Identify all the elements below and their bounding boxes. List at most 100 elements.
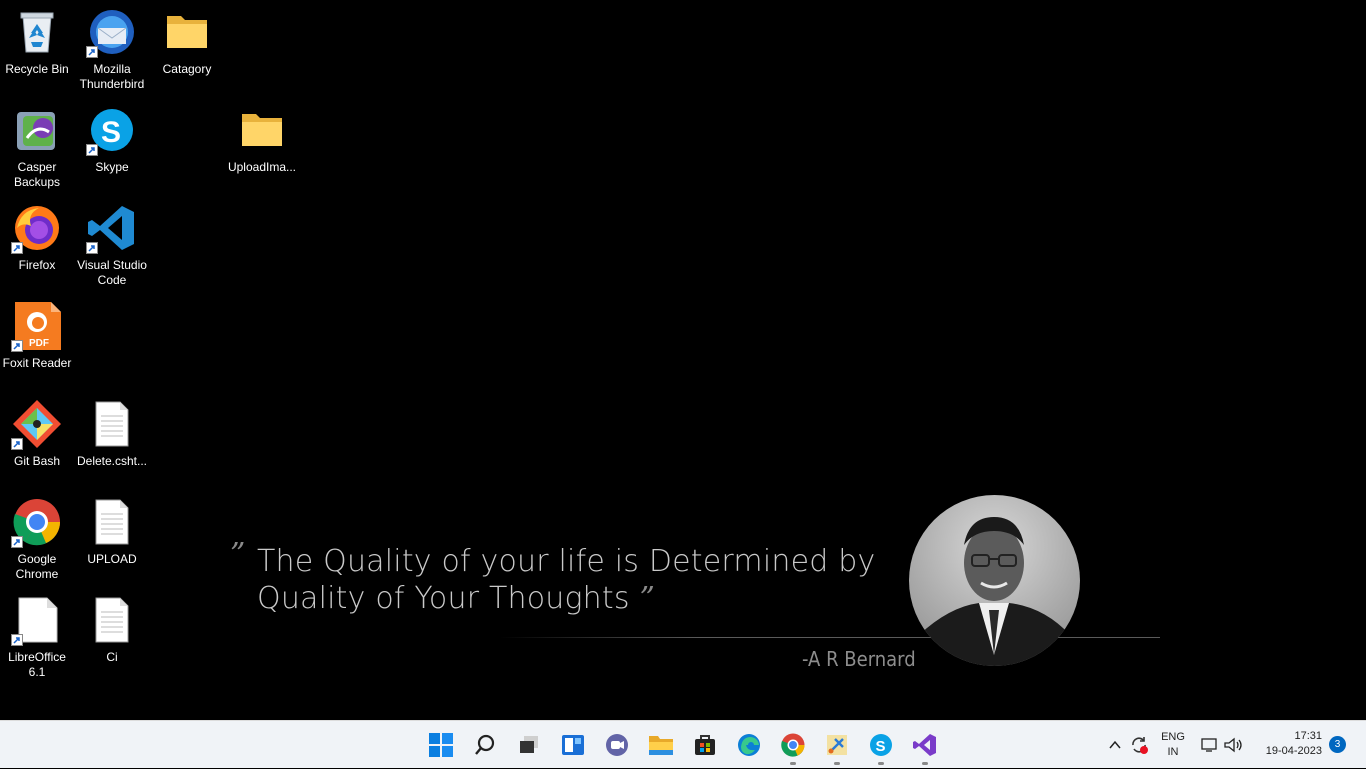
windows-logo-icon (429, 733, 453, 757)
language-code: ENG (1161, 731, 1185, 743)
running-indicator (790, 762, 796, 765)
quote-author: -A R Bernard (802, 647, 916, 671)
recycle-bin-label: Recycle Bin (5, 62, 69, 76)
search-icon (475, 734, 495, 755)
firefox-label: Firefox (18, 258, 56, 272)
sync-alert-icon (1132, 737, 1148, 754)
sync-status-button[interactable] (1127, 721, 1151, 769)
shortcut-arrow-icon (86, 242, 98, 254)
casper-backups-shortcut[interactable]: Casper Backups (1, 106, 73, 190)
uploadimage-folder[interactable]: UploadIma... (226, 106, 298, 175)
author-portrait (909, 495, 1080, 666)
quote-close-mark: ” (639, 581, 655, 616)
clock-button[interactable]: 17:31 19-04-2023 (1250, 729, 1322, 759)
chrome-icon (781, 733, 805, 757)
network-monitor-icon (1201, 738, 1217, 752)
libreoffice-shortcut[interactable]: LibreOffice 6.1 (1, 596, 73, 680)
firefox-shortcut[interactable]: Firefox (1, 204, 73, 273)
running-indicator (878, 762, 884, 765)
delete-label: Delete.csht... (76, 454, 148, 468)
casper-label: Casper Backups (13, 160, 61, 189)
catagory-folder[interactable]: Catagory (151, 8, 223, 77)
thunderbird-icon (86, 8, 136, 58)
chrome-taskbar-button[interactable] (771, 721, 815, 769)
svg-text:S: S (101, 116, 121, 149)
network-button[interactable] (1198, 721, 1222, 769)
quote-text-block: The Quality of your life is Determined b… (257, 543, 907, 617)
upload-label: UPLOAD (87, 552, 137, 566)
clock-date: 19-04-2023 (1265, 745, 1322, 757)
skype-taskbar-button[interactable]: S (859, 721, 903, 769)
chrome-label: Google Chrome (15, 552, 59, 581)
svg-text:S: S (876, 738, 886, 755)
show-hidden-icons-button[interactable] (1103, 721, 1127, 769)
folder-icon (163, 8, 211, 56)
visual-studio-button[interactable] (903, 721, 947, 769)
volume-button[interactable] (1222, 721, 1246, 769)
task-view-button[interactable] (507, 721, 551, 769)
document-icon (88, 400, 136, 448)
casper-icon (13, 106, 61, 154)
folder-icon (238, 106, 286, 154)
store-icon (695, 735, 715, 755)
shortcut-arrow-icon (86, 144, 98, 156)
input-language-button[interactable]: ENG IN (1158, 730, 1188, 760)
shortcut-arrow-icon (11, 340, 23, 352)
gitbash-label: Git Bash (13, 454, 61, 468)
chevron-up-icon (1109, 740, 1121, 749)
clock-time: 17:31 (1294, 730, 1322, 742)
document-icon (88, 498, 136, 546)
folder-icon (649, 736, 673, 755)
shortcut-arrow-icon (11, 536, 23, 548)
svg-text:PDF: PDF (29, 338, 49, 349)
upload-file[interactable]: UPLOAD (76, 498, 148, 567)
google-chrome-shortcut[interactable]: Google Chrome (1, 498, 73, 582)
visual-studio-icon (913, 734, 936, 756)
edge-icon (738, 734, 760, 756)
foxit-pdf-icon: PDF (11, 302, 61, 352)
store-button[interactable] (683, 721, 727, 769)
document-icon (88, 596, 136, 644)
vscode-label: Visual Studio Code (77, 258, 147, 287)
skype-label: Skype (95, 160, 129, 174)
teams-chat-icon (606, 734, 628, 756)
delete-cshtml-file[interactable]: Delete.csht... (76, 400, 148, 469)
shortcut-arrow-icon (86, 46, 98, 58)
teams-chat-button[interactable] (595, 721, 639, 769)
snip-tool-button[interactable] (815, 721, 859, 769)
libreoffice-icon (11, 596, 61, 646)
git-bash-icon (11, 400, 61, 450)
shortcut-arrow-icon (11, 438, 23, 450)
uploadimage-label: UploadIma... (227, 160, 297, 174)
running-indicator (922, 762, 928, 765)
quote-divider (500, 637, 1160, 638)
quote-text: The Quality of your life is Determined b… (257, 544, 876, 616)
skype-shortcut[interactable]: S Skype (76, 106, 148, 175)
running-indicator (834, 762, 840, 765)
vscode-shortcut[interactable]: Visual Studio Code (76, 204, 148, 288)
widgets-icon (562, 735, 584, 755)
git-bash-shortcut[interactable]: Git Bash (1, 400, 73, 469)
foxit-reader-shortcut[interactable]: PDF Foxit Reader (1, 302, 73, 371)
shortcut-arrow-icon (11, 242, 23, 254)
search-button[interactable] (463, 721, 507, 769)
task-view-icon (520, 736, 538, 753)
edge-button[interactable] (727, 721, 771, 769)
widgets-button[interactable] (551, 721, 595, 769)
skype-icon: S (86, 106, 136, 156)
snipping-tool-icon (827, 735, 847, 755)
chrome-icon (11, 498, 61, 548)
thunderbird-shortcut[interactable]: Mozilla Thunderbird (76, 8, 148, 92)
recycle-bin-shortcut[interactable]: Recycle Bin (1, 8, 73, 77)
speaker-icon (1224, 737, 1242, 753)
ci-file[interactable]: Ci (76, 596, 148, 665)
shortcut-arrow-icon (11, 634, 23, 646)
start-button[interactable] (419, 721, 463, 769)
skype-icon: S (870, 734, 892, 756)
notification-badge[interactable]: 3 (1329, 736, 1346, 753)
recycle-bin-icon (13, 8, 61, 56)
file-explorer-button[interactable] (639, 721, 683, 769)
firefox-icon (11, 204, 61, 254)
ci-label: Ci (106, 650, 118, 664)
desktop: Recycle Bin Casper Backups Firefox PDF F… (0, 0, 1366, 720)
